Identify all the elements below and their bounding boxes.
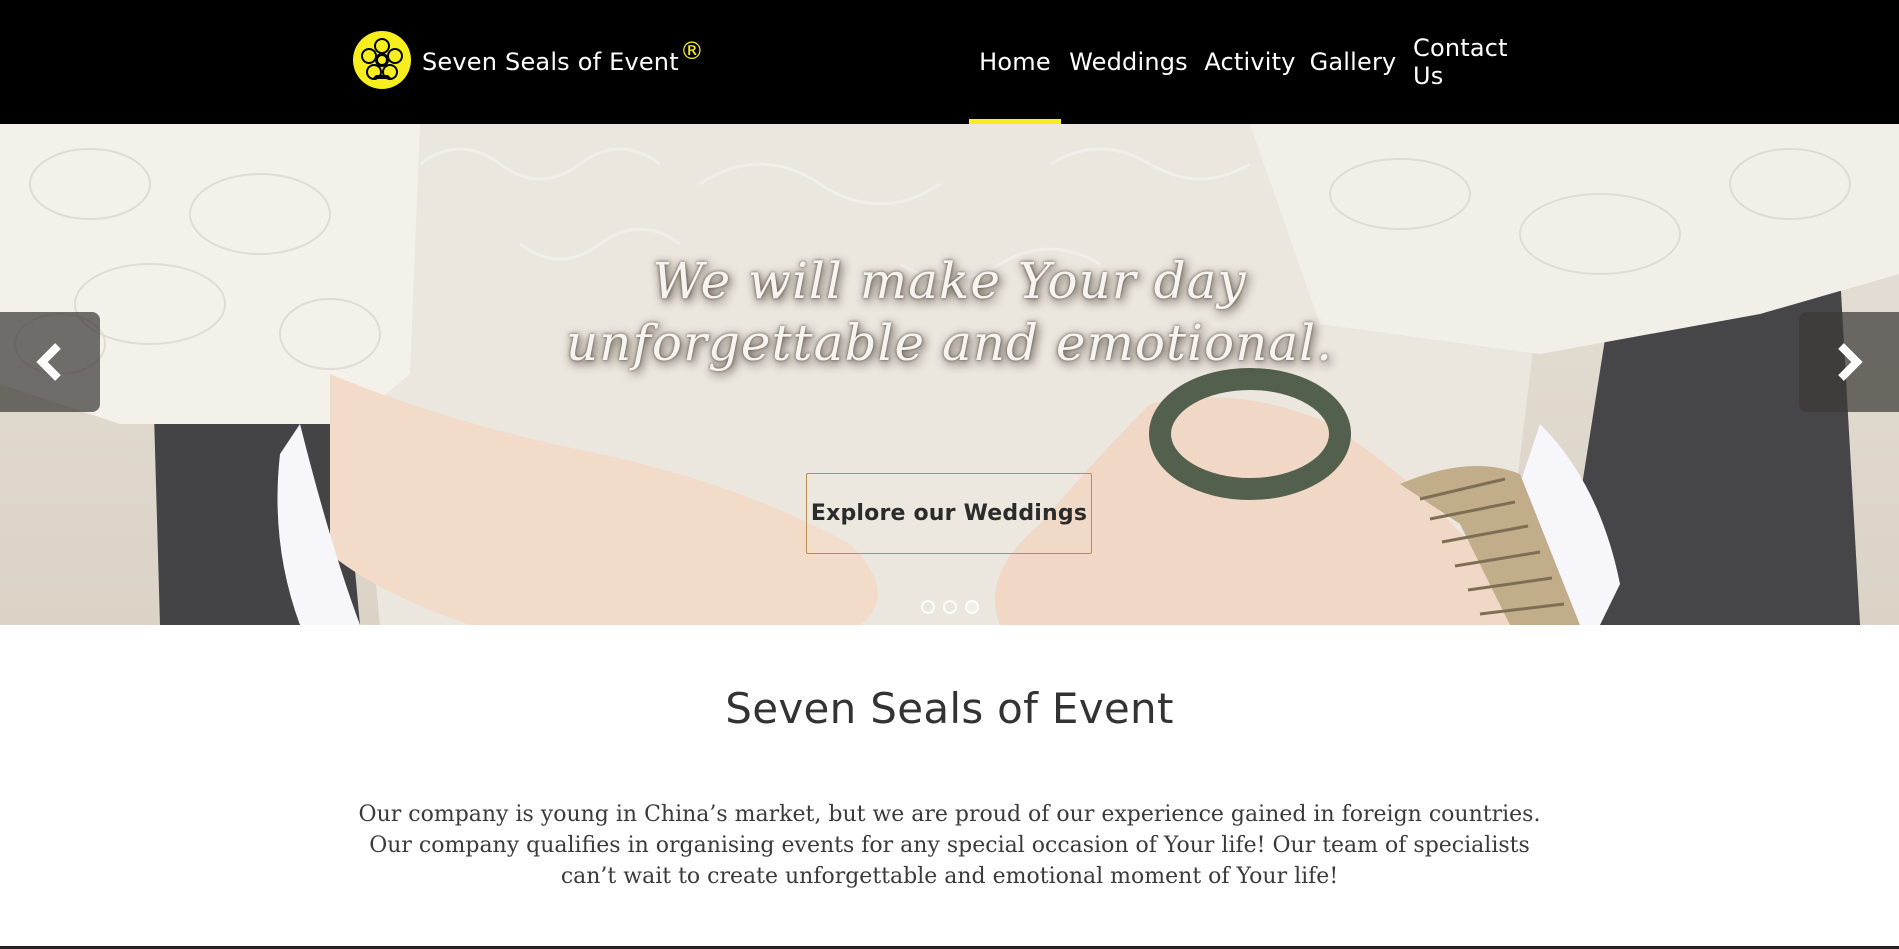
carousel-prev-button[interactable] xyxy=(0,312,100,412)
about-title: Seven Seals of Event xyxy=(725,684,1174,733)
explore-weddings-button[interactable]: Explore our Weddings xyxy=(806,473,1092,554)
carousel-next-button[interactable] xyxy=(1799,312,1899,412)
about-line-3: can’t wait to create unforgettable and e… xyxy=(560,864,1339,889)
main-nav: Home Weddings Activity Gallery Contact U… xyxy=(0,0,1899,124)
nav-item-weddings[interactable]: Weddings xyxy=(1069,0,1188,124)
about-line-1: Our company is young in China’s market, … xyxy=(358,802,1541,827)
carousel-indicator-2[interactable] xyxy=(942,600,957,614)
chevron-left-icon xyxy=(36,343,61,381)
top-navbar: Seven Seals of Event ® Home Weddings Act… xyxy=(0,0,1899,124)
hero-caption-line-2: unforgettable and emotional. xyxy=(565,314,1334,372)
nav-item-gallery[interactable]: Gallery xyxy=(1310,0,1397,124)
nav-item-activity[interactable]: Activity xyxy=(1204,0,1295,124)
about-description: Our company is young in China’s market, … xyxy=(300,799,1599,892)
hero-carousel: We will make Your day unforgettable and … xyxy=(0,124,1899,625)
carousel-indicator-1[interactable] xyxy=(920,600,935,614)
hero-caption: We will make Your day unforgettable and … xyxy=(0,250,1899,374)
chevron-right-icon xyxy=(1838,343,1863,381)
carousel-indicator-3[interactable] xyxy=(964,600,979,614)
nav-item-home[interactable]: Home xyxy=(969,0,1061,124)
carousel-indicators xyxy=(0,600,1899,614)
about-line-2: Our company qualifies in organising even… xyxy=(369,833,1530,858)
nav-item-contact-us[interactable]: Contact Us xyxy=(1413,0,1539,124)
hero-caption-line-1: We will make Your day xyxy=(652,252,1247,310)
